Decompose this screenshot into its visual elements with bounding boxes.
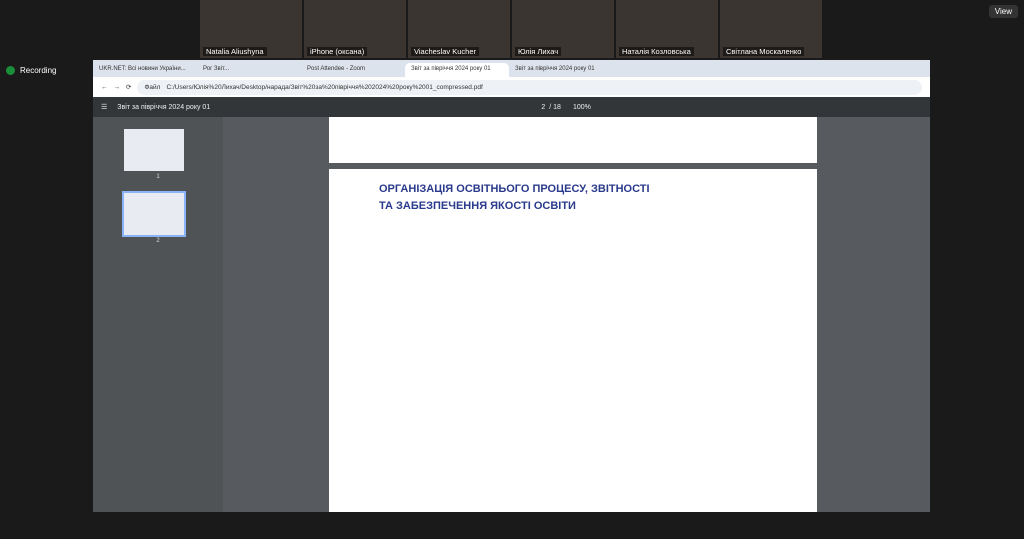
recording-label: Recording: [20, 66, 57, 75]
zoom-level[interactable]: 100%: [573, 104, 591, 111]
participant-name: iPhone (оксана): [307, 47, 368, 56]
browser-tab[interactable]: Звіт за півріччя 2024 року 01: [509, 63, 613, 77]
video-tile[interactable]: Natalia Aliushyna: [200, 0, 302, 58]
browser-tab[interactable]: Рог Звіт...: [197, 63, 301, 77]
thumbnail[interactable]: [124, 129, 184, 171]
file-label: Файл: [144, 83, 161, 91]
tab-strip: UKR.NET: Всі новини України... Рог Звіт.…: [93, 60, 930, 77]
slide-title-line1: ОРГАНІЗАЦІЯ ОСВІТНЬОГО ПРОЦЕСУ, ЗВІТНОСТ…: [379, 183, 650, 195]
forward-icon[interactable]: →: [114, 84, 121, 91]
reload-icon[interactable]: ⟳: [126, 83, 131, 91]
browser-tab[interactable]: UKR.NET: Всі новини України...: [93, 63, 197, 77]
slide-title-line2: ТА ЗАБЕЗПЕЧЕННЯ ЯКОСТІ ОСВІТИ: [379, 199, 576, 212]
url-text: C:/Users/Юлія%20Лихач/Desktop/нарада/Зві…: [166, 83, 483, 91]
participant-name: Юлія Лихач: [515, 47, 562, 56]
participant-name: Світлана Москаленко: [723, 47, 805, 56]
video-tile[interactable]: Юлія Лихач: [512, 0, 614, 58]
pdf-page: ОРГАНІЗАЦІЯ ОСВІТНЬОГО ПРОЦЕСУ, ЗВІТНОСТ…: [329, 169, 817, 512]
thumbnail-active[interactable]: [122, 191, 186, 237]
browser-window: UKR.NET: Всі новини України... Рог Звіт.…: [93, 60, 930, 512]
url-field[interactable]: Файл C:/Users/Юлія%20Лихач/Desktop/нарада…: [137, 79, 922, 95]
page-number[interactable]: 2: [541, 104, 545, 111]
back-icon[interactable]: ←: [101, 84, 108, 91]
participant-name: Наталія Козловська: [619, 47, 694, 56]
browser-tab[interactable]: Post Attendee - Zoom: [301, 63, 405, 77]
participants-strip: Natalia Aliushyna iPhone (оксана) Viache…: [0, 0, 1024, 60]
pdf-title: Звіт за півріччя 2024 року 01: [117, 103, 211, 111]
recording-indicator: Recording: [6, 66, 56, 75]
video-tile[interactable]: Світлана Москаленко: [720, 0, 822, 58]
video-tile[interactable]: Viacheslav Kucher: [408, 0, 510, 58]
pdf-toolbar: ☰ Звіт за півріччя 2024 року 01 2 / 18 1…: [93, 97, 930, 117]
browser-tab-active[interactable]: Звіт за півріччя 2024 року 01: [405, 63, 509, 77]
video-tile[interactable]: Наталія Козловська: [616, 0, 718, 58]
pdf-page-top: [329, 117, 817, 163]
participant-name: Natalia Aliushyna: [203, 47, 267, 56]
record-icon: [6, 66, 15, 75]
view-button[interactable]: View: [988, 5, 1018, 18]
page-total: / 18: [549, 103, 561, 111]
participant-name: Viacheslav Kucher: [411, 47, 479, 56]
address-bar: ← → ⟳ Файл C:/Users/Юлія%20Лихач/Desktop/на…: [93, 77, 930, 97]
pdf-viewport[interactable]: ОРГАНІЗАЦІЯ ОСВІТНЬОГО ПРОЦЕСУ, ЗВІТНОСТ…: [223, 117, 930, 512]
thumbnail-number: 2: [156, 238, 160, 244]
menu-icon[interactable]: ☰: [101, 103, 107, 111]
video-tile[interactable]: iPhone (оксана): [304, 0, 406, 58]
thumbnail-number: 1: [156, 174, 160, 180]
thumbnail-sidebar: 1 2: [93, 117, 223, 512]
